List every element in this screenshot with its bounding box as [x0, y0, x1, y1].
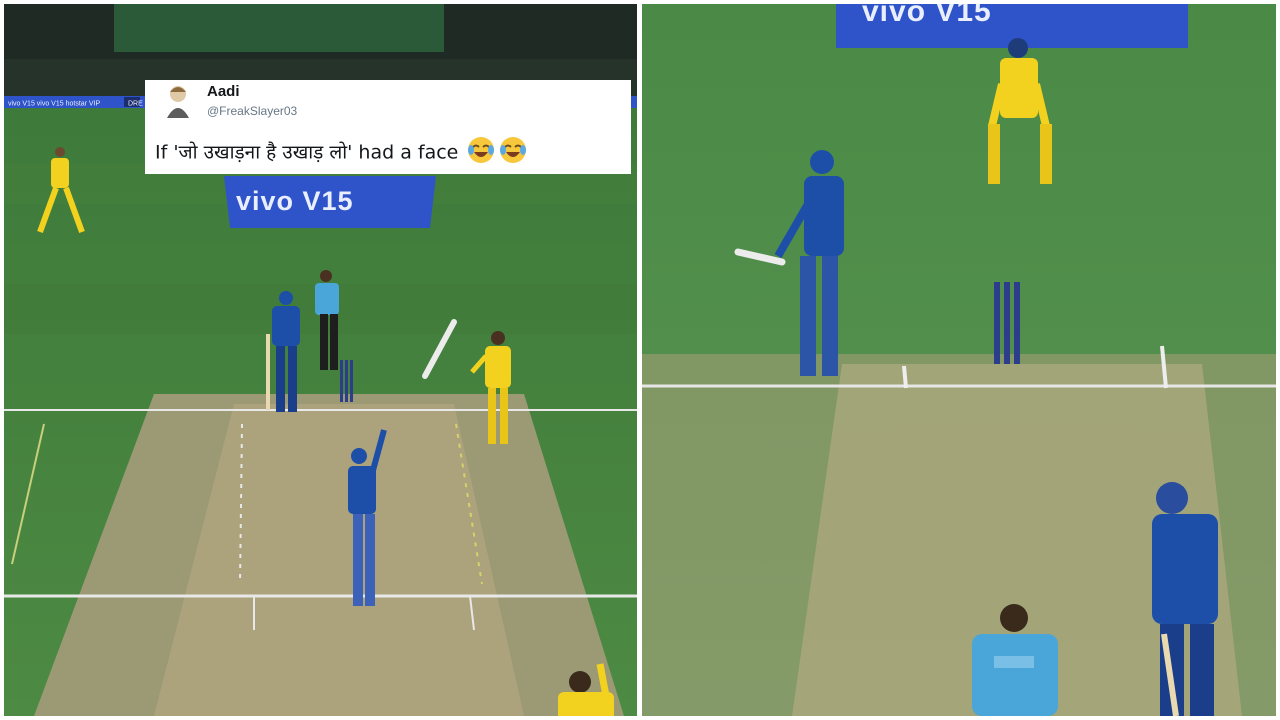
right-photo-panel: vivo V15	[642, 4, 1276, 716]
tweet-author-name[interactable]: Aadi	[207, 83, 240, 100]
tweet-body: If 'जो उखाड़ना है उखाड़ लो' had a face	[155, 135, 528, 168]
left-photo-panel: vivo V15 vivo V15 hotstar VIP DRE vivo V…	[4, 4, 637, 716]
laughing-tears-emoji-icon	[498, 135, 528, 165]
cricket-field-closeup-shot: vivo V15	[642, 4, 1276, 716]
vivo-sponsor-text: vivo V15	[862, 4, 992, 28]
perimeter-ad-text: vivo V15 vivo V15 hotstar VIP	[8, 101, 101, 108]
tweet-text: If 'जो उखाड़ना है उखाड़ लो' had a face	[155, 141, 459, 164]
vivo-sponsor-text: vivo V15	[236, 186, 354, 216]
stumps-far-end	[340, 360, 353, 402]
laughing-tears-emoji-icon	[466, 135, 496, 165]
vivo-sponsor-board: vivo V15	[224, 176, 436, 228]
avatar	[163, 84, 193, 118]
tweet-card: Aadi @FreakSlayer03 If 'जो उखाड़ना है उख…	[145, 80, 631, 174]
perimeter-ad-fragment: DRE	[128, 101, 143, 108]
stumps	[994, 282, 1020, 364]
tweet-author-handle[interactable]: @FreakSlayer03	[207, 104, 297, 118]
